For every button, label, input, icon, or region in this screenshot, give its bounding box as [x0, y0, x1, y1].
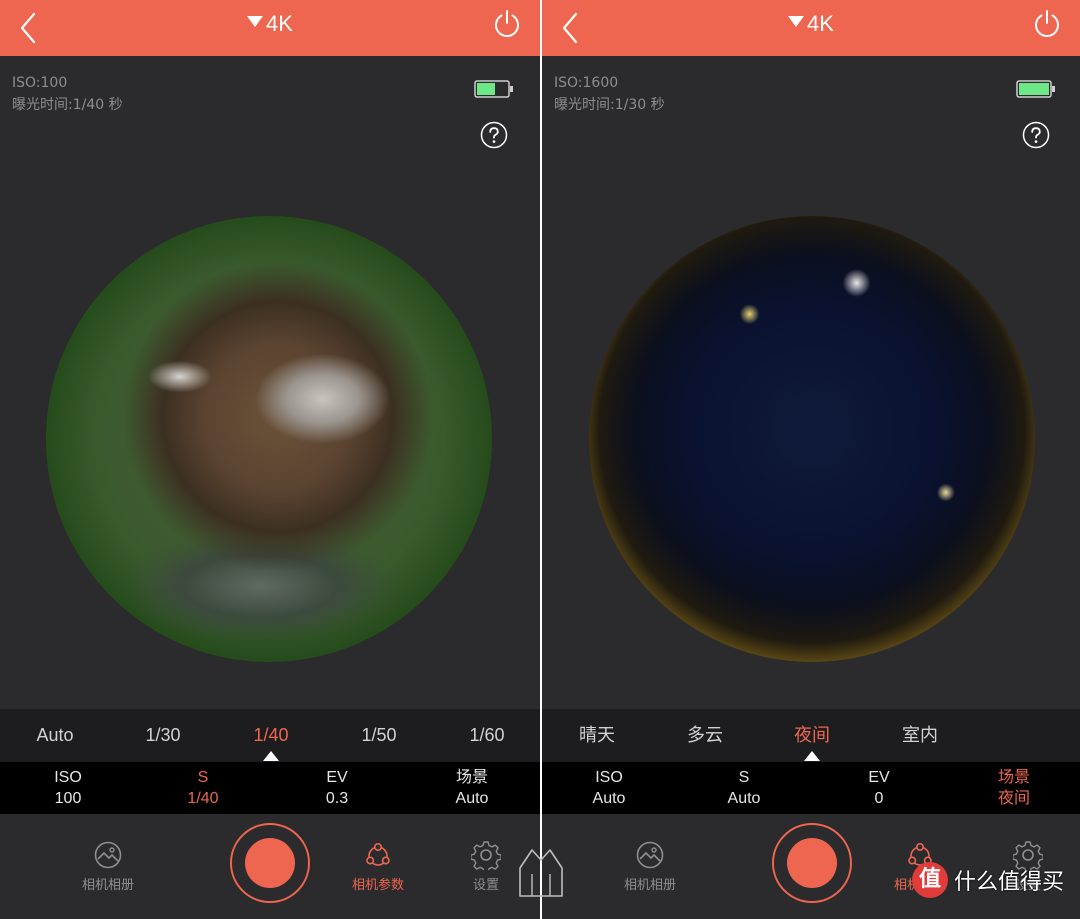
shutter-speed-selector: Auto 1/30 1/40 1/50 1/60 [0, 709, 540, 762]
param-label: 场景 [997, 769, 1030, 786]
watermark: 值 什么值得买 [912, 860, 1064, 900]
param-scene[interactable]: 场景 Auto [422, 767, 522, 809]
option-sunny[interactable]: 晴天 [557, 723, 637, 747]
param-shutter[interactable]: S 1/40 [153, 767, 253, 809]
battery-icon [474, 80, 513, 98]
param-value: 0 [874, 790, 884, 807]
gear-icon [471, 841, 501, 870]
param-label: 场景 [455, 769, 488, 786]
shutter-button[interactable] [772, 823, 852, 903]
option-indoor[interactable]: 室内 [880, 723, 960, 747]
album-icon [636, 841, 664, 869]
screenshot-comparison: 4K ISO:100 曝光时间:1/40 秒 Auto 1/30 1/40 1/… [0, 0, 1080, 919]
selected-indicator [804, 751, 820, 761]
param-ev[interactable]: EV 0 [829, 767, 929, 809]
resolution-selector[interactable]: 4K [0, 10, 540, 38]
param-value: 0.3 [325, 790, 349, 807]
param-label: ISO [595, 769, 623, 786]
power-icon[interactable] [492, 9, 522, 39]
help-icon[interactable] [480, 121, 508, 149]
battery-fill [477, 83, 495, 95]
top-bar: 4K [542, 0, 1080, 56]
iso-readout: ISO:100 [12, 75, 68, 91]
bottom-nav: 相机相册 相机参数 设置 [0, 814, 540, 919]
resolution-label: 4K [266, 11, 293, 36]
iso-readout: ISO:1600 [554, 75, 619, 91]
watermark-text: 什么值得买 [954, 870, 1065, 895]
option-night[interactable]: 夜间 [772, 723, 852, 747]
dropdown-triangle-icon [247, 16, 264, 27]
option-1-40[interactable]: 1/40 [231, 723, 311, 747]
params-icon [366, 842, 390, 866]
help-icon[interactable] [1022, 121, 1050, 149]
album-icon [94, 841, 122, 869]
param-value: 100 [54, 790, 82, 807]
battery-icon [1016, 80, 1055, 98]
dropdown-triangle-icon [788, 16, 805, 27]
shutter-button[interactable] [230, 823, 310, 903]
option-auto[interactable]: Auto [15, 723, 95, 747]
exposure-time-readout: 曝光时间:1/30 秒 [554, 97, 665, 113]
nav-album-label: 相机相册 [81, 878, 134, 893]
battery-fill [1019, 83, 1049, 95]
option-cloudy[interactable]: 多云 [665, 723, 745, 747]
nav-camera-params[interactable]: 相机参数 [338, 840, 418, 893]
parameter-bar: ISO Auto S Auto EV 0 场景 夜间 [542, 762, 1080, 814]
param-value: Auto [592, 790, 626, 807]
param-scene[interactable]: 场景 夜间 [964, 767, 1064, 809]
shutter-button-core [245, 838, 295, 888]
nav-album[interactable]: 相机相册 [610, 840, 690, 893]
nav-settings-label: 设置 [472, 878, 499, 893]
power-icon[interactable] [1032, 9, 1062, 39]
camera-preview[interactable] [46, 216, 492, 662]
resolution-label: 4K [807, 11, 834, 36]
home-icon[interactable] [516, 846, 566, 898]
camera-app-left: 4K ISO:100 曝光时间:1/40 秒 Auto 1/30 1/40 1/… [0, 0, 540, 919]
nav-album[interactable]: 相机相册 [68, 840, 148, 893]
exposure-info: ISO:1600 曝光时间:1/30 秒 [554, 72, 665, 116]
param-iso[interactable]: ISO 100 [18, 767, 118, 809]
resolution-selector[interactable]: 4K [542, 10, 1080, 38]
param-value: 1/40 [187, 790, 219, 807]
exposure-time-readout: 曝光时间:1/40 秒 [12, 97, 123, 113]
param-value: Auto [727, 790, 761, 807]
param-ev[interactable]: EV 0.3 [287, 767, 387, 809]
param-label: S [738, 769, 750, 786]
exposure-info: ISO:100 曝光时间:1/40 秒 [12, 72, 123, 116]
param-label: S [197, 769, 209, 786]
param-iso[interactable]: ISO Auto [559, 767, 659, 809]
selected-indicator [263, 751, 279, 761]
parameter-bar: ISO 100 S 1/40 EV 0.3 场景 Auto [0, 762, 540, 814]
param-value: 夜间 [997, 790, 1030, 807]
nav-settings[interactable]: 设置 [446, 840, 526, 893]
option-1-60[interactable]: 1/60 [447, 723, 527, 747]
camera-preview[interactable] [589, 216, 1035, 662]
option-1-50[interactable]: 1/50 [339, 723, 419, 747]
param-shutter[interactable]: S Auto [694, 767, 794, 809]
top-bar: 4K [0, 0, 540, 56]
param-label: ISO [54, 769, 82, 786]
shutter-button-core [787, 838, 837, 888]
option-1-30[interactable]: 1/30 [123, 723, 203, 747]
scene-selector: 晴天 多云 夜间 室内 [542, 709, 1080, 762]
nav-params-label: 相机参数 [351, 878, 404, 893]
nav-album-label: 相机相册 [623, 878, 676, 893]
camera-app-right: 4K ISO:1600 曝光时间:1/30 秒 晴天 多云 夜间 室内 ISO … [542, 0, 1080, 919]
watermark-badge: 值 [912, 862, 948, 898]
param-label: EV [326, 769, 348, 786]
param-label: EV [868, 769, 890, 786]
param-value: Auto [455, 790, 489, 807]
